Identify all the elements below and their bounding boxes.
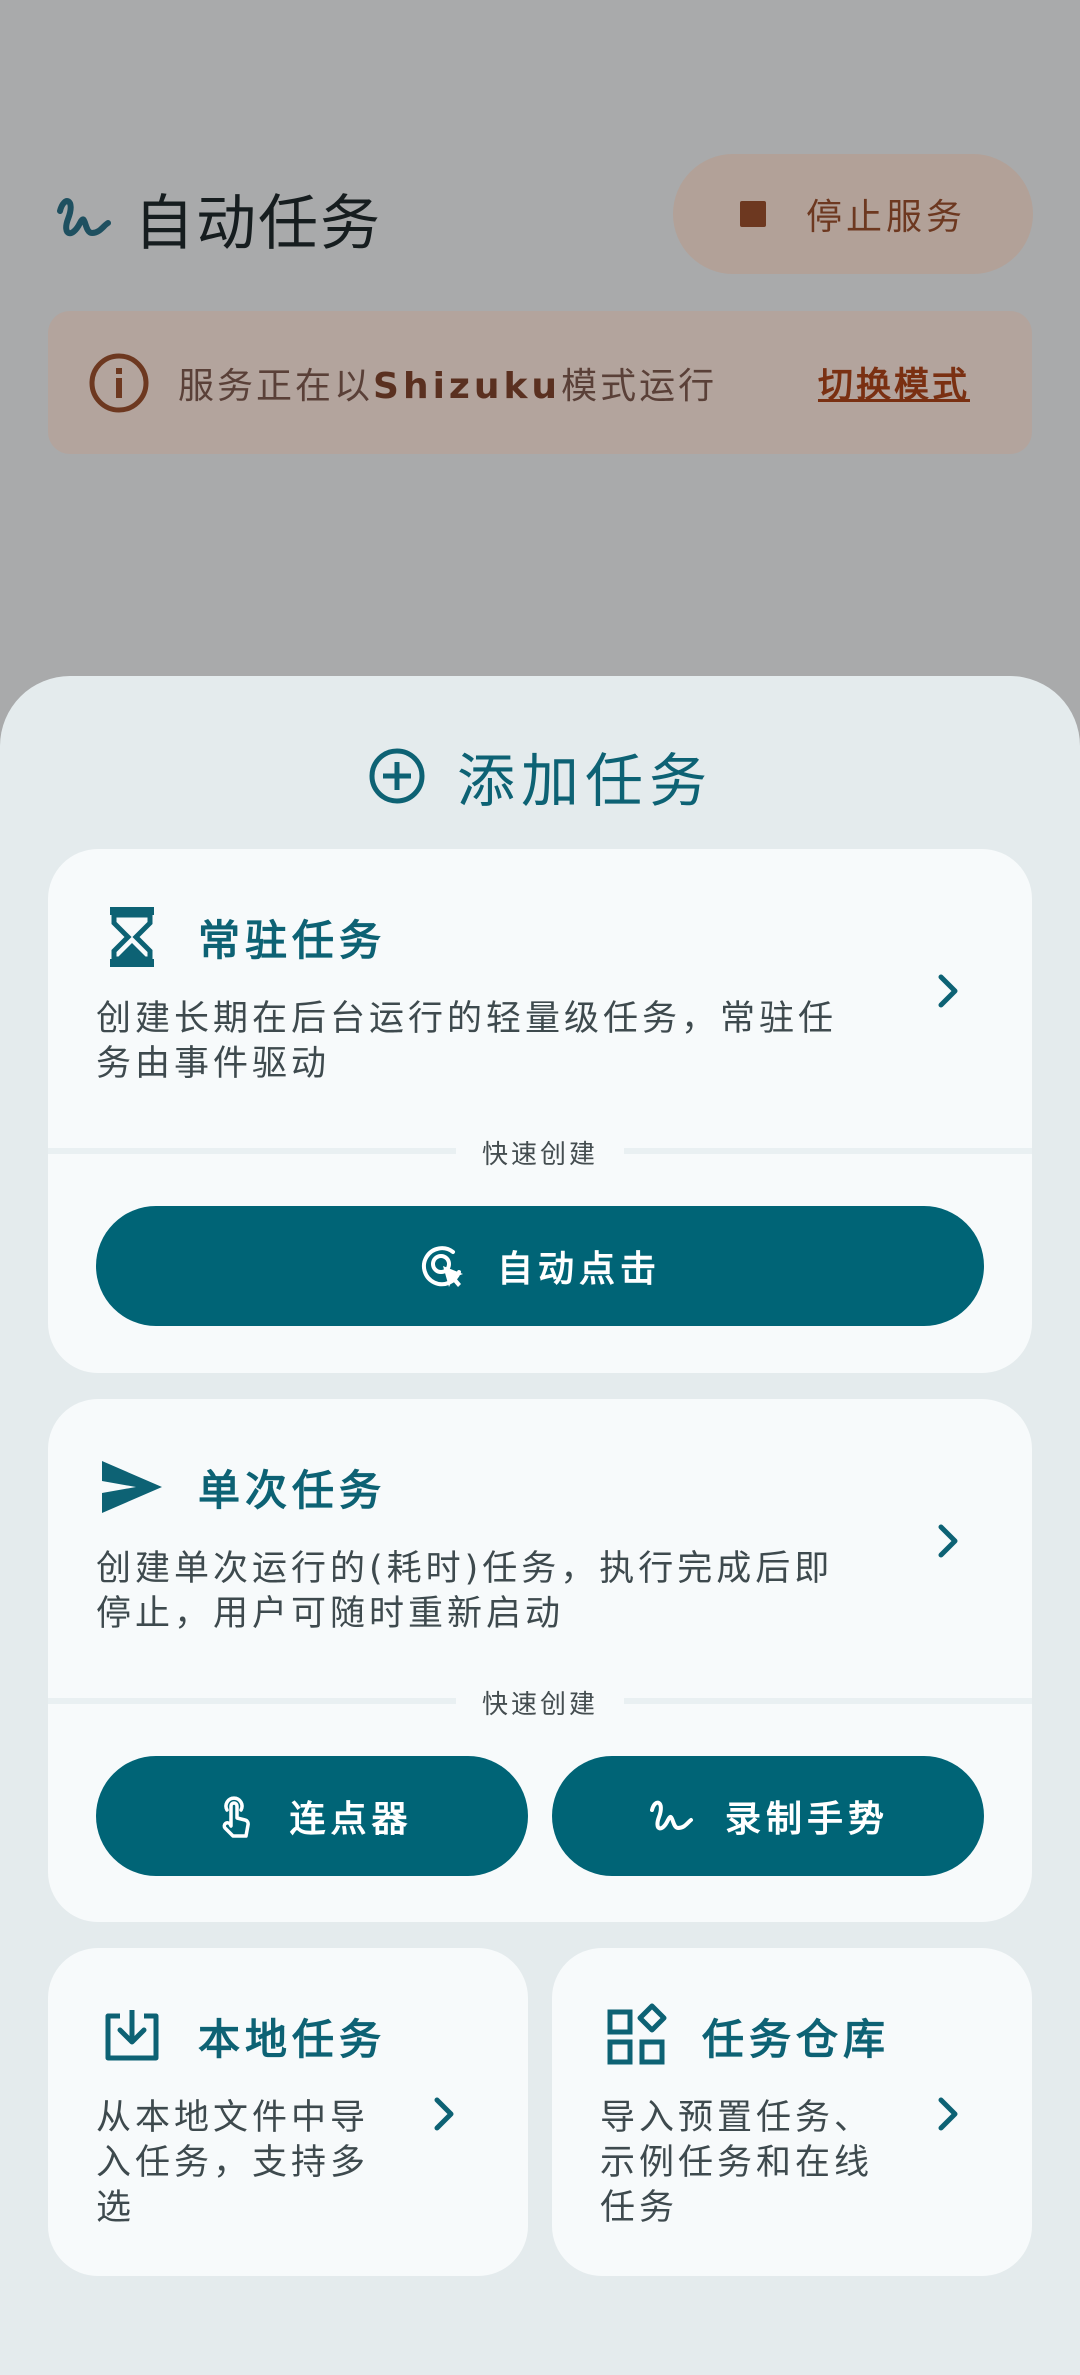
oneshot-desc-line: 停止，用户可随时重新启动 <box>96 1594 565 1634</box>
app-title: 自动任务 <box>54 175 382 261</box>
stop-service-label: 停止服务 <box>805 197 966 238</box>
repo-desc-line: 导入预置任务、 <box>600 2098 874 2138</box>
notice-message-suffix: 模式运行 <box>561 365 718 407</box>
oneshot-desc-line: 创建单次运行的(耗时)任务，执行完成后即 <box>96 1549 834 1589</box>
local-task-card[interactable]: 本地任务 从本地文件中导 入任务，支持多 选 <box>48 1948 528 2276</box>
local-desc-line: 选 <box>96 2188 136 2228</box>
resident-task-description: 创建长期在后台运行的轻量级任务，常驻任 务由事件驱动 <box>96 997 837 1087</box>
task-repository-header: 任务仓库 <box>600 2000 890 2072</box>
add-circle-icon <box>369 748 425 804</box>
resident-desc-line: 务由事件驱动 <box>96 1044 331 1084</box>
oneshot-task-header: 单次任务 <box>96 1451 386 1523</box>
record-gesture-button[interactable]: 录制手势 <box>552 1756 984 1876</box>
download-icon <box>105 2010 159 2061</box>
local-task-title: 本地任务 <box>198 2014 387 2064</box>
send-icon <box>102 1461 162 1513</box>
clicker-label: 连点器 <box>289 1799 413 1840</box>
resident-task-title: 常驻任务 <box>198 915 387 965</box>
quick-create-label: 快速创建 <box>48 1134 1032 1171</box>
top-app-bar: 自动任务 停止服务 服务正在以Shizuku模式运行 切换模式 <box>0 0 1080 680</box>
chevron-right-icon <box>938 2097 958 2131</box>
stop-service-button[interactable]: 停止服务 <box>673 154 1033 274</box>
service-mode-notice: 服务正在以Shizuku模式运行 切换模式 <box>48 311 1032 454</box>
oneshot-task-title: 单次任务 <box>198 1465 387 1515</box>
repo-desc-line: 示例任务和在线 <box>600 2143 874 2183</box>
squiggle-icon <box>649 1800 693 1831</box>
task-repository-description: 导入预置任务、 示例任务和在线 任务 <box>600 2096 873 2231</box>
add-task-sheet: 添加任务 常驻任务 创建长期在后台运行的轻量级任务，常驻任 务由事件驱动 快速创… <box>0 676 1080 2375</box>
local-task-description: 从本地文件中导 入任务，支持多 选 <box>96 2096 369 2231</box>
chevron-right-icon <box>938 1524 958 1558</box>
resident-desc-line: 创建长期在后台运行的轻量级任务，常驻任 <box>96 999 838 1039</box>
local-desc-line: 入任务，支持多 <box>96 2143 370 2183</box>
sheet-title-text: 添加任务 <box>456 747 713 815</box>
oneshot-task-description: 创建单次运行的(耗时)任务，执行完成后即 停止，用户可随时重新启动 <box>96 1547 833 1637</box>
squiggle-icon <box>57 198 111 237</box>
repo-desc-line: 任务 <box>600 2188 679 2228</box>
hourglass-icon <box>110 907 154 967</box>
resident-task-header: 常驻任务 <box>96 901 386 973</box>
sheet-title: 添加任务 <box>0 726 1080 826</box>
info-icon <box>89 353 149 412</box>
oneshot-task-card[interactable]: 单次任务 创建单次运行的(耗时)任务，执行完成后即 停止，用户可随时重新启动 快… <box>48 1399 1032 1922</box>
chevron-right-icon <box>938 974 958 1008</box>
task-repository-title: 任务仓库 <box>702 2014 891 2064</box>
resident-task-card[interactable]: 常驻任务 创建长期在后台运行的轻量级任务，常驻任 务由事件驱动 快速创建 自动点… <box>48 849 1032 1373</box>
local-task-header: 本地任务 <box>96 2000 386 2072</box>
tap-finger-icon <box>223 1796 251 1838</box>
quick-create-text: 快速创建 <box>455 1690 624 1720</box>
notice-mode-name: Shizuku <box>373 365 562 407</box>
local-desc-line: 从本地文件中导 <box>96 2098 370 2138</box>
app-title-text: 自动任务 <box>134 188 382 259</box>
touch-target-icon <box>422 1246 463 1287</box>
record-gesture-label: 录制手势 <box>724 1799 889 1840</box>
widgets-icon <box>607 2003 667 2065</box>
task-repository-card[interactable]: 任务仓库 导入预置任务、 示例任务和在线 任务 <box>552 1948 1032 2276</box>
chevron-right-icon <box>434 2097 454 2131</box>
clicker-button[interactable]: 连点器 <box>96 1756 528 1876</box>
quick-create-text: 快速创建 <box>455 1140 624 1170</box>
notice-message-prefix: 服务正在以 <box>178 365 374 407</box>
switch-mode-link[interactable]: 切换模式 <box>818 357 970 408</box>
auto-click-label: 自动点击 <box>496 1249 661 1290</box>
auto-click-button[interactable]: 自动点击 <box>96 1206 984 1326</box>
stop-square-icon <box>739 201 766 227</box>
quick-create-label: 快速创建 <box>48 1684 1032 1721</box>
notice-message: 服务正在以Shizuku模式运行 <box>178 357 717 409</box>
